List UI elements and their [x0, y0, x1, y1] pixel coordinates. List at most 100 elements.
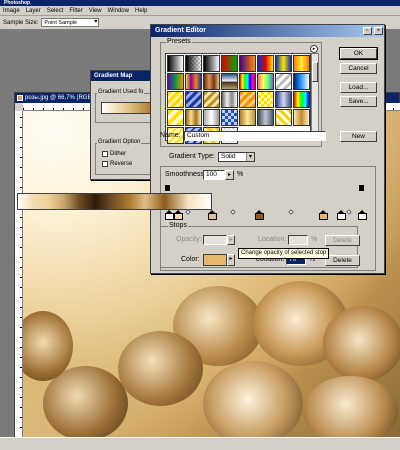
menu-help[interactable]: Help — [135, 8, 147, 14]
menu-image[interactable]: Image — [3, 8, 20, 14]
presets-scrollbar[interactable] — [311, 53, 319, 141]
scrollbar-thumb[interactable] — [312, 62, 318, 82]
gradient-type-label: Gradient Type: — [169, 153, 215, 160]
color-stop[interactable] — [337, 210, 346, 220]
gradient-type-select[interactable]: Solid ▾ — [218, 152, 255, 162]
color-stop[interactable] — [255, 210, 264, 220]
preset-swatch-silver[interactable] — [221, 91, 238, 108]
gradient-editor-titlebar[interactable]: Gradient Editor — [151, 25, 384, 37]
menu-select[interactable]: Select — [47, 8, 64, 14]
menu-view[interactable]: View — [89, 8, 102, 14]
preset-swatch-yellow-stripes-2[interactable] — [167, 109, 184, 126]
preset-swatch-gold-2[interactable] — [239, 109, 256, 126]
color-stop[interactable] — [358, 210, 367, 220]
preset-swatch-gold-3[interactable] — [293, 109, 310, 126]
preset-swatch-orange-yellow-orange[interactable] — [293, 55, 310, 72]
preset-swatch-spectrum[interactable] — [239, 73, 256, 90]
color-swatch[interactable] — [203, 254, 227, 266]
document-icon — [17, 95, 23, 101]
ok-button[interactable]: OK — [339, 47, 378, 60]
preset-swatch-blue-spectrum[interactable] — [293, 73, 310, 90]
presets-swatch-grid — [165, 53, 311, 144]
gradient-used-label: Gradient Used fo — [97, 89, 145, 95]
rose-image — [323, 306, 400, 381]
preset-swatch-gold[interactable] — [185, 109, 202, 126]
reverse-checkbox[interactable]: Reverse — [102, 161, 132, 167]
preset-swatch-steel[interactable] — [257, 109, 274, 126]
gradient-type-value: Solid — [221, 153, 236, 160]
close-icon[interactable]: × — [374, 27, 383, 35]
sample-size-label: Sample Size: — [3, 19, 39, 26]
smoothness-arrow-icon[interactable]: ▸ — [225, 170, 234, 180]
opacity-arrow-icon[interactable]: ▸ — [227, 235, 235, 245]
gradient-options-group — [95, 143, 157, 175]
name-input[interactable]: Custom — [184, 131, 326, 141]
ruler-vertical[interactable] — [15, 111, 23, 438]
opacity-location-label: Location: — [258, 236, 287, 243]
name-label: Name: — [160, 132, 181, 139]
preset-swatch-blue-silver[interactable] — [275, 91, 292, 108]
opacity-stop-right[interactable] — [359, 185, 364, 191]
gradient-options-label: Gradient Option — [97, 139, 142, 145]
preset-swatch-silver-2[interactable] — [203, 109, 220, 126]
color-stop-selected[interactable] — [319, 210, 328, 220]
preset-swatch-yellow-stripes[interactable] — [167, 91, 184, 108]
preset-swatch-orange-stripes[interactable] — [239, 91, 256, 108]
color-stop[interactable] — [174, 210, 183, 220]
preset-swatch-blue-red-yellow[interactable] — [257, 55, 274, 72]
preset-swatch-yellow-check[interactable] — [257, 91, 274, 108]
menu-filter[interactable]: Filter — [69, 8, 82, 14]
preset-swatch-red-green[interactable] — [221, 55, 238, 72]
smoothness-label: Smoothness: — [165, 171, 206, 178]
color-arrow-icon[interactable]: ▸ — [227, 254, 235, 266]
cancel-button[interactable]: Cancel — [340, 63, 377, 74]
preset-swatch-gold-stripes[interactable] — [203, 91, 220, 108]
smoothness-input[interactable]: 100 — [203, 170, 225, 180]
menu-layer[interactable]: Layer — [26, 8, 41, 14]
load-button[interactable]: Load... — [340, 82, 377, 93]
tooltip: Change opacity of selected stop — [238, 248, 330, 259]
preset-swatch-violet-orange[interactable] — [239, 55, 256, 72]
preset-swatch-spectrum-2[interactable] — [293, 91, 310, 108]
rose-image — [303, 376, 398, 438]
preset-swatch-yellow-violet-orange-blue[interactable] — [185, 73, 202, 90]
presets-menu-arrow-icon[interactable]: ▸ — [310, 45, 318, 53]
preset-swatch-chrome[interactable] — [221, 73, 238, 90]
gradient-editor-title: Gradient Editor — [155, 27, 206, 34]
reverse-label: Reverse — [110, 161, 133, 167]
menu-window[interactable]: Window — [108, 8, 129, 14]
minimize-icon[interactable]: ▫ — [363, 27, 372, 35]
status-bar — [0, 437, 400, 450]
dither-checkbox[interactable]: Dither — [102, 151, 126, 157]
preset-swatch-blue-check[interactable] — [221, 109, 238, 126]
preset-swatch-transparent-rainbow[interactable] — [257, 73, 274, 90]
delete-color-stop-button[interactable]: Delete — [325, 255, 360, 266]
reverse-checkbox-box[interactable] — [102, 161, 108, 167]
rose-image — [203, 361, 303, 438]
preset-swatch-copper[interactable] — [203, 73, 220, 90]
preset-swatch-black-white[interactable] — [203, 55, 220, 72]
preset-swatch-violet-green-orange[interactable] — [167, 73, 184, 90]
dither-checkbox-box[interactable] — [102, 151, 108, 157]
preset-swatch-fg-bg[interactable] — [167, 55, 184, 72]
sample-size-select[interactable]: Point Sample — [41, 18, 100, 27]
rose-image — [118, 331, 203, 406]
gradient-map-preview[interactable] — [101, 102, 153, 114]
preset-swatch-blue-stripes[interactable] — [185, 91, 202, 108]
smoothness-percent: % — [237, 171, 244, 178]
presets-label: Presets — [166, 38, 192, 45]
preset-swatch-yellow-stripes-3[interactable] — [275, 109, 292, 126]
chevron-down-icon[interactable]: ▾ — [246, 153, 254, 161]
preset-swatch-transparent-stripes[interactable] — [275, 73, 292, 90]
delete-opacity-stop-button[interactable]: Delete — [325, 235, 360, 246]
new-button[interactable]: New — [340, 131, 377, 142]
opacity-stop-left[interactable] — [165, 185, 170, 191]
opacity-input[interactable] — [203, 235, 227, 245]
color-stop[interactable] — [165, 210, 174, 220]
preset-swatch-fg-transparent[interactable] — [185, 55, 202, 72]
gradient-preview-bar[interactable] — [17, 193, 212, 210]
save-button[interactable]: Save... — [340, 96, 377, 107]
preset-swatch-blue-yellow-blue[interactable] — [275, 55, 292, 72]
color-stop[interactable] — [208, 210, 217, 220]
opacity-location-input[interactable] — [288, 235, 308, 245]
